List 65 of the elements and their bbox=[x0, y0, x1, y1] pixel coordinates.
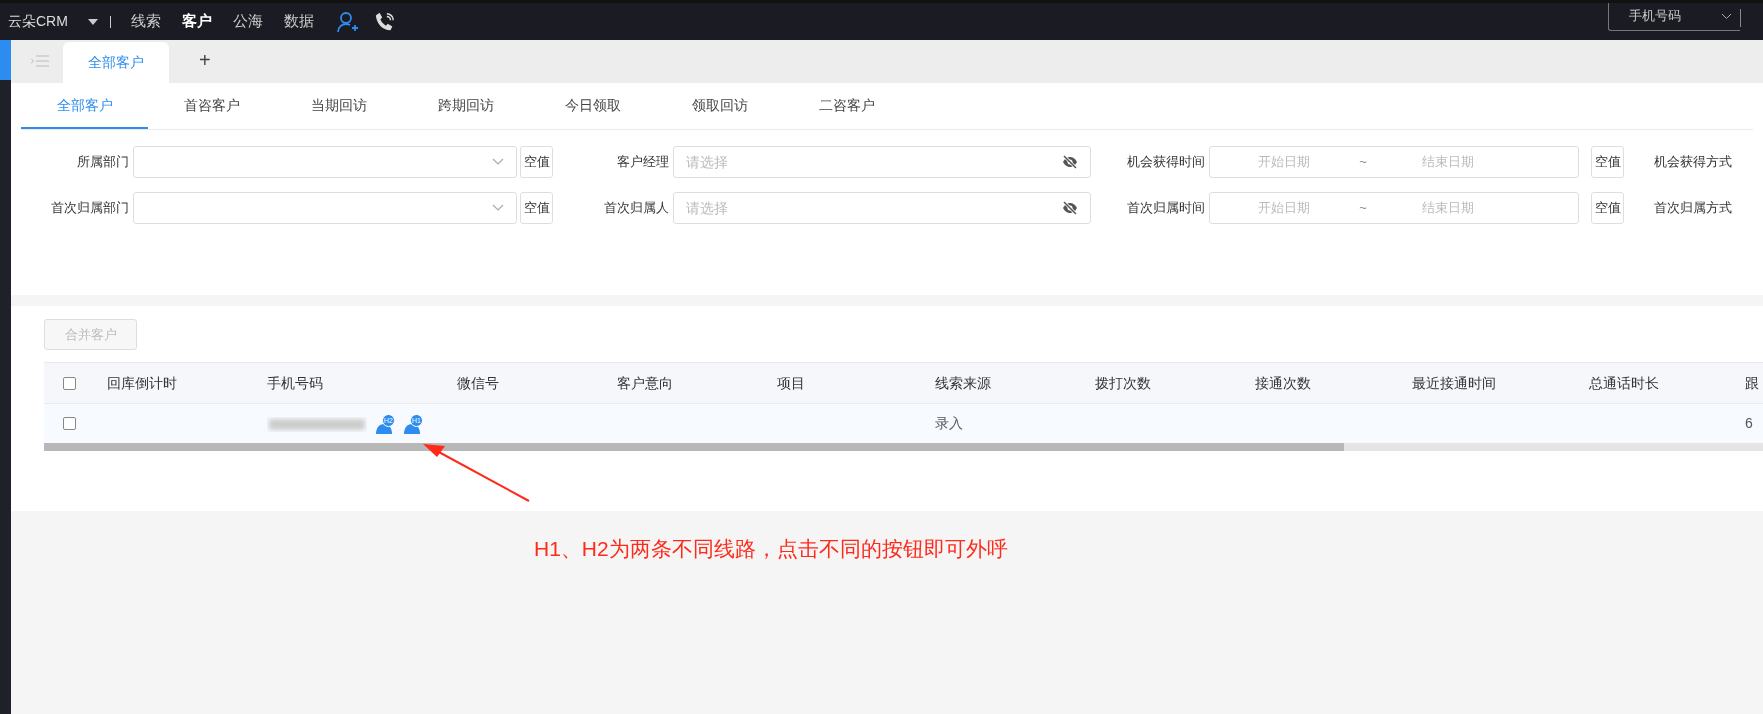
checkbox[interactable] bbox=[63, 417, 76, 430]
select-field[interactable] bbox=[133, 146, 517, 178]
date-range-field[interactable]: 开始日期 ~ 结束日期 bbox=[1209, 146, 1579, 178]
empty-value-button[interactable]: 空值 bbox=[1591, 192, 1624, 224]
date-range-field[interactable]: 开始日期 ~ 结束日期 bbox=[1209, 192, 1579, 224]
filter-label: 所属部门 bbox=[76, 153, 130, 172]
column-header: 手机号码 bbox=[267, 375, 323, 391]
sub-tab[interactable]: 二咨客户 bbox=[783, 83, 910, 129]
sub-tab[interactable]: 今日领取 bbox=[529, 83, 656, 129]
column-header: 线索来源 bbox=[935, 375, 991, 391]
table-cell-text: 6 bbox=[1745, 414, 1753, 433]
column-header: 回库倒计时 bbox=[107, 375, 177, 391]
add-user-icon[interactable] bbox=[335, 9, 360, 34]
nav-link[interactable]: 数据 bbox=[283, 10, 314, 33]
placeholder-text: 请选择 bbox=[686, 198, 728, 218]
search-type-select[interactable]: 手机号码 bbox=[1608, 2, 1740, 31]
sub-tab[interactable]: 首咨客户 bbox=[148, 83, 275, 129]
empty-value-button[interactable]: 空值 bbox=[1591, 146, 1624, 178]
range-separator: ~ bbox=[1358, 153, 1368, 172]
add-tab-button[interactable]: + bbox=[199, 45, 211, 75]
column-header: 总通话时长 bbox=[1589, 375, 1659, 391]
sub-tab[interactable]: 跨期回访 bbox=[402, 83, 529, 129]
sub-tab[interactable]: 当期回访 bbox=[275, 83, 402, 129]
column-header: 拨打次数 bbox=[1095, 375, 1151, 391]
sidebar-active-marker bbox=[0, 40, 11, 80]
empty-value-button[interactable]: 空值 bbox=[520, 146, 553, 178]
start-date-placeholder: 开始日期 bbox=[1257, 199, 1311, 218]
filter-label: 客户经理 bbox=[616, 153, 670, 172]
column-header: 客户意向 bbox=[617, 375, 673, 391]
column-header: 项目 bbox=[777, 375, 805, 391]
filter-label: 机会获得时间 bbox=[1126, 153, 1206, 172]
end-date-placeholder: 结束日期 bbox=[1421, 199, 1475, 218]
filter-label: 机会获得方式 bbox=[1654, 153, 1733, 172]
sub-tab[interactable]: 领取回访 bbox=[656, 83, 783, 129]
filter-label: 首次归属时间 bbox=[1126, 199, 1206, 218]
chevron-down-icon bbox=[492, 158, 504, 166]
annotation-text: H1、H2为两条不同线路，点击不同的按钮即可外呼 bbox=[534, 536, 1008, 562]
filter-label: 首次归属部门 bbox=[50, 199, 130, 218]
select-value: 手机号码 bbox=[1629, 7, 1681, 26]
column-header: 接通次数 bbox=[1255, 375, 1311, 391]
filter-label: 首次归属人 bbox=[603, 199, 670, 218]
phone-icon[interactable] bbox=[373, 10, 396, 33]
nav-link[interactable]: 公海 bbox=[232, 10, 263, 33]
scrollbar-thumb[interactable] bbox=[44, 443, 1344, 451]
page-tab[interactable]: 全部客户 bbox=[63, 42, 169, 83]
column-header: 跟 bbox=[1745, 375, 1759, 391]
empty-value-button[interactable]: 空值 bbox=[520, 192, 553, 224]
select-field[interactable] bbox=[133, 192, 517, 224]
end-date-placeholder: 结束日期 bbox=[1421, 153, 1475, 172]
checkbox[interactable] bbox=[63, 376, 76, 390]
start-date-placeholder: 开始日期 bbox=[1257, 153, 1311, 172]
range-separator: ~ bbox=[1358, 199, 1368, 218]
eye-off-icon[interactable] bbox=[1062, 201, 1078, 215]
nav-link[interactable]: 客户 bbox=[181, 10, 212, 33]
chevron-down-icon bbox=[492, 204, 504, 212]
table-cell-text: 录入 bbox=[935, 414, 963, 433]
brand-name: 云朵CRM bbox=[8, 12, 68, 31]
column-header: 微信号 bbox=[457, 375, 499, 391]
column-header: 最近接通时间 bbox=[1412, 375, 1496, 391]
placeholder-text: 请选择 bbox=[686, 152, 728, 172]
filter-label: 首次归属方式 bbox=[1654, 199, 1733, 218]
chevron-down-icon bbox=[1721, 12, 1732, 20]
eye-off-icon[interactable] bbox=[1062, 155, 1078, 169]
caret-down-icon[interactable] bbox=[87, 18, 98, 25]
nav-link[interactable]: 线索 bbox=[130, 10, 161, 33]
